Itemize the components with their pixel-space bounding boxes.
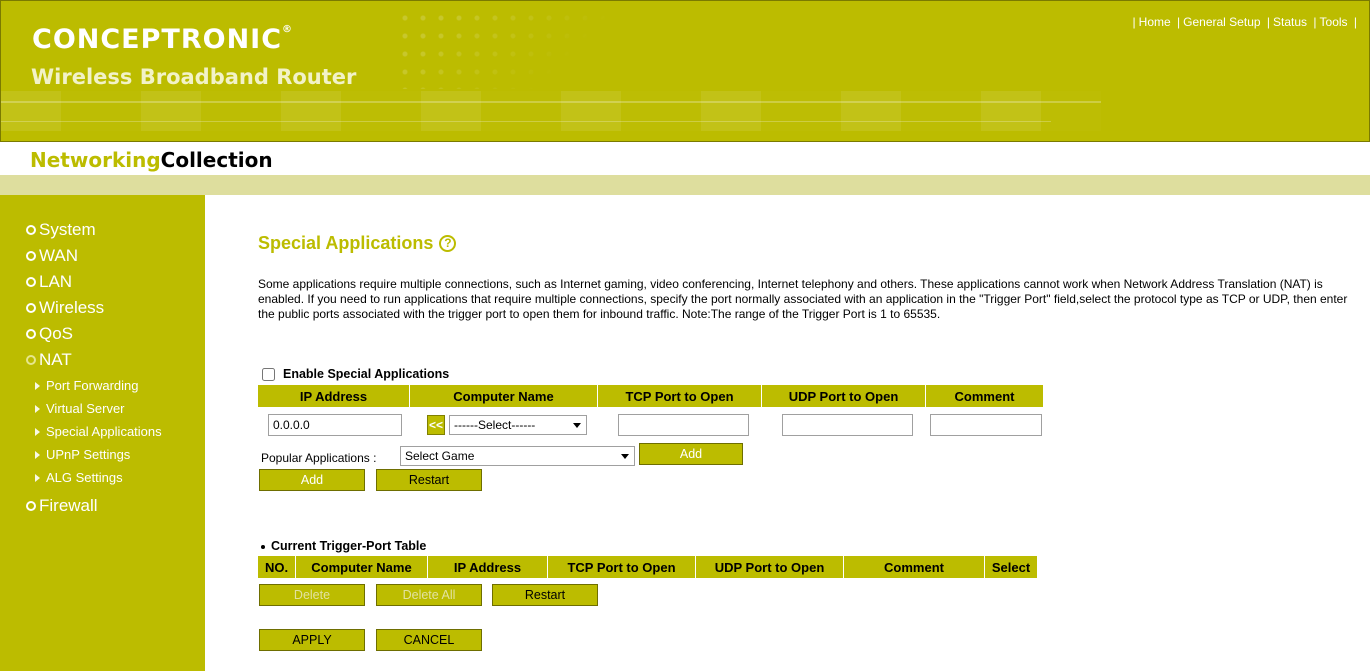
brand-logo: CONCEPTRONIC®: [32, 24, 294, 55]
sidebar-item-nat[interactable]: NAT: [26, 347, 162, 373]
restart-button[interactable]: Restart: [376, 469, 482, 491]
cancel-button[interactable]: CANCEL: [376, 629, 482, 651]
triangle-right-icon: [35, 450, 40, 459]
sidebar-item-lan[interactable]: LAN: [26, 269, 162, 295]
delete-button[interactable]: Delete: [259, 584, 365, 606]
copy-to-ip-button[interactable]: <<: [427, 415, 445, 435]
circle-bullet-icon: [26, 277, 36, 287]
comment-input[interactable]: [930, 414, 1042, 436]
enable-special-applications[interactable]: Enable Special Applications: [262, 367, 449, 381]
header-ip-address: IP Address: [428, 556, 548, 578]
apply-button[interactable]: APPLY: [259, 629, 365, 651]
ip-address-input[interactable]: [268, 414, 402, 436]
nav-home-link[interactable]: Home: [1139, 15, 1171, 29]
sidebar-item-system[interactable]: System: [26, 217, 162, 243]
nav-status-link[interactable]: Status: [1273, 15, 1307, 29]
page-title: Special Applications ?: [258, 233, 457, 254]
circle-bullet-icon: [26, 303, 36, 313]
chevron-down-icon: [573, 423, 581, 428]
triangle-right-icon: [35, 404, 40, 413]
banner-dots: [396, 9, 616, 89]
circle-bullet-icon: [26, 329, 36, 339]
sidebar-item-qos[interactable]: QoS: [26, 321, 162, 347]
sidebar-subitem-special-applications[interactable]: Special Applications: [35, 420, 162, 443]
top-navigation: | Home | General Setup | Status | Tools |: [1132, 15, 1357, 29]
help-icon[interactable]: ?: [439, 235, 457, 252]
trigger-table-header-row: NO. Computer Name IP Address TCP Port to…: [258, 556, 1037, 578]
triangle-right-icon: [35, 473, 40, 482]
chevron-down-icon: [621, 454, 629, 459]
delete-all-button[interactable]: Delete All: [376, 584, 482, 606]
circle-bullet-icon: [26, 501, 36, 511]
enable-checkbox[interactable]: [262, 367, 275, 381]
product-name: Wireless Broadband Router: [31, 65, 357, 89]
circle-bullet-icon: [26, 225, 36, 235]
sidebar-item-firewall[interactable]: Firewall: [26, 493, 162, 519]
popular-add-button[interactable]: Add: [639, 443, 743, 465]
circle-bullet-icon: [26, 251, 36, 261]
restart-table-button[interactable]: Restart: [492, 584, 598, 606]
sidebar-subitem-port-forwarding[interactable]: Port Forwarding: [35, 374, 162, 397]
header-no: NO.: [258, 556, 296, 578]
tcp-port-input[interactable]: [618, 414, 749, 436]
header-ip-address: IP Address: [258, 385, 410, 407]
sidebar-subitem-virtual-server[interactable]: Virtual Server: [35, 397, 162, 420]
page-description: Some applications require multiple conne…: [258, 277, 1348, 321]
bullet-dot-icon: [261, 544, 265, 549]
sidebar-subitem-alg-settings[interactable]: ALG Settings: [35, 466, 162, 489]
udp-port-input[interactable]: [782, 414, 913, 436]
banner-line: [1, 101, 1101, 103]
sidebar: System WAN LAN Wireless QoS NAT Port For…: [0, 195, 205, 671]
header-computer-name: Computer Name: [410, 385, 598, 407]
header-select: Select: [985, 556, 1037, 578]
collection-title: NetworkingCollection: [30, 148, 273, 172]
nat-submenu: Port Forwarding Virtual Server Special A…: [35, 374, 162, 489]
computer-name-select[interactable]: ------Select------: [449, 415, 587, 435]
nav-tools-link[interactable]: Tools: [1320, 15, 1348, 29]
banner-decoration: [1, 91, 1101, 131]
trigger-table-title: Current Trigger-Port Table: [261, 539, 426, 553]
header-comment: Comment: [844, 556, 985, 578]
header-computer-name: Computer Name: [296, 556, 428, 578]
circle-bullet-icon: [26, 355, 36, 365]
header-tcp-port: TCP Port to Open: [598, 385, 762, 407]
header-comment: Comment: [926, 385, 1043, 407]
form-header-row: IP Address Computer Name TCP Port to Ope…: [258, 385, 1043, 407]
nav-general-setup-link[interactable]: General Setup: [1183, 15, 1260, 29]
header-banner: CONCEPTRONIC® Wireless Broadband Router …: [0, 0, 1370, 142]
divider-stripe: [0, 175, 1370, 195]
header-tcp-port: TCP Port to Open: [548, 556, 696, 578]
collection-bar: NetworkingCollection: [0, 142, 1370, 175]
header-udp-port: UDP Port to Open: [696, 556, 844, 578]
add-button[interactable]: Add: [259, 469, 365, 491]
triangle-right-icon: [35, 427, 40, 436]
popular-applications-select[interactable]: Select Game: [400, 446, 635, 466]
header-udp-port: UDP Port to Open: [762, 385, 926, 407]
triangle-right-icon: [35, 381, 40, 390]
banner-line: [1, 121, 1051, 122]
popular-applications-label: Popular Applications :: [261, 451, 377, 465]
sidebar-item-wan[interactable]: WAN: [26, 243, 162, 269]
main-content: Special Applications ? Some applications…: [205, 195, 1370, 671]
sidebar-subitem-upnp-settings[interactable]: UPnP Settings: [35, 443, 162, 466]
sidebar-item-wireless[interactable]: Wireless: [26, 295, 162, 321]
